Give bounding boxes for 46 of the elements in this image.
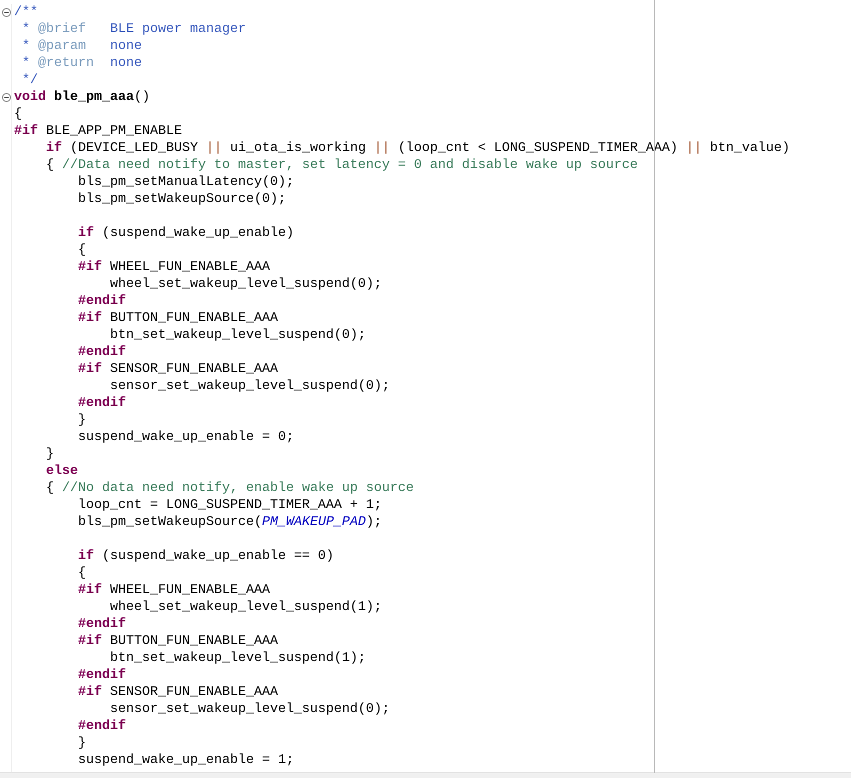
code-line: { — [76, 243, 86, 258]
code-line: if (DEVICE_LED_BUSY || ui_ota_is_working || (loop_cnt < LONG_SUSPEND_TIMER_AAA) || btn_value) — [44, 141, 790, 156]
code-line: * @param none — [20, 39, 142, 54]
code-line: suspend_wake_up_enable = 1; — [76, 753, 294, 768]
code-line: bls_pm_setWakeupSource(0); — [76, 192, 286, 207]
code-line: bls_pm_setManualLatency(0); — [76, 175, 294, 190]
code-line: bls_pm_setWakeupSource(PM_WAKEUP_PAD); — [76, 515, 382, 530]
code-line: btn_set_wakeup_level_suspend(1); — [108, 651, 366, 666]
collapse-icon[interactable] — [2, 93, 11, 102]
code-line: if (suspend_wake_up_enable) — [76, 226, 294, 241]
code-line: sensor_set_wakeup_level_suspend(0); — [108, 702, 390, 717]
code-line: * @return none — [20, 56, 142, 71]
code-line: #if WHEEL_FUN_ENABLE_AAA — [76, 583, 270, 598]
code-line: #if BLE_APP_PM_ENABLE — [14, 124, 182, 139]
scrollbar-track[interactable] — [0, 772, 851, 778]
code-line: #endif — [76, 617, 126, 632]
code-line: #endif — [76, 345, 126, 360]
code-line: btn_set_wakeup_level_suspend(0); — [108, 328, 366, 343]
code-line: if (suspend_wake_up_enable == 0) — [76, 549, 334, 564]
code-line: { — [14, 107, 22, 122]
code-line: } — [76, 736, 86, 751]
code-line: #if BUTTON_FUN_ENABLE_AAA — [76, 311, 278, 326]
code-line: wheel_set_wakeup_level_suspend(0); — [108, 277, 382, 292]
code-line: { //No data need notify, enable wake up source — [44, 481, 414, 496]
code-line: { //Data need notify to master, set latency = 0 and disable wake up source — [44, 158, 638, 173]
code-line: #if BUTTON_FUN_ENABLE_AAA — [76, 634, 278, 649]
code-line: sensor_set_wakeup_level_suspend(0); — [108, 379, 390, 394]
code-line: { — [76, 566, 86, 581]
code-line: */ — [20, 73, 38, 88]
code-line: #endif — [76, 719, 126, 734]
code-line: #if WHEEL_FUN_ENABLE_AAA — [76, 260, 270, 275]
code-line: } — [44, 447, 54, 462]
code-line: } — [76, 413, 86, 428]
code-line: #if SENSOR_FUN_ENABLE_AAA — [76, 685, 278, 700]
collapse-icon[interactable] — [2, 8, 11, 17]
code-line: wheel_set_wakeup_level_suspend(1); — [108, 600, 382, 615]
code-line: #endif — [76, 668, 126, 683]
code-line: * @brief BLE power manager — [20, 22, 246, 37]
code-line: else — [44, 464, 78, 479]
code-line: suspend_wake_up_enable = 0; — [76, 430, 294, 445]
code-line: #if SENSOR_FUN_ENABLE_AAA — [76, 362, 278, 377]
code-line: #endif — [76, 396, 126, 411]
code-line: void ble_pm_aaa() — [14, 90, 150, 105]
code-line: /** — [14, 5, 38, 20]
code-line: #endif — [76, 294, 126, 309]
code-line: loop_cnt = LONG_SUSPEND_TIMER_AAA + 1; — [76, 498, 382, 513]
